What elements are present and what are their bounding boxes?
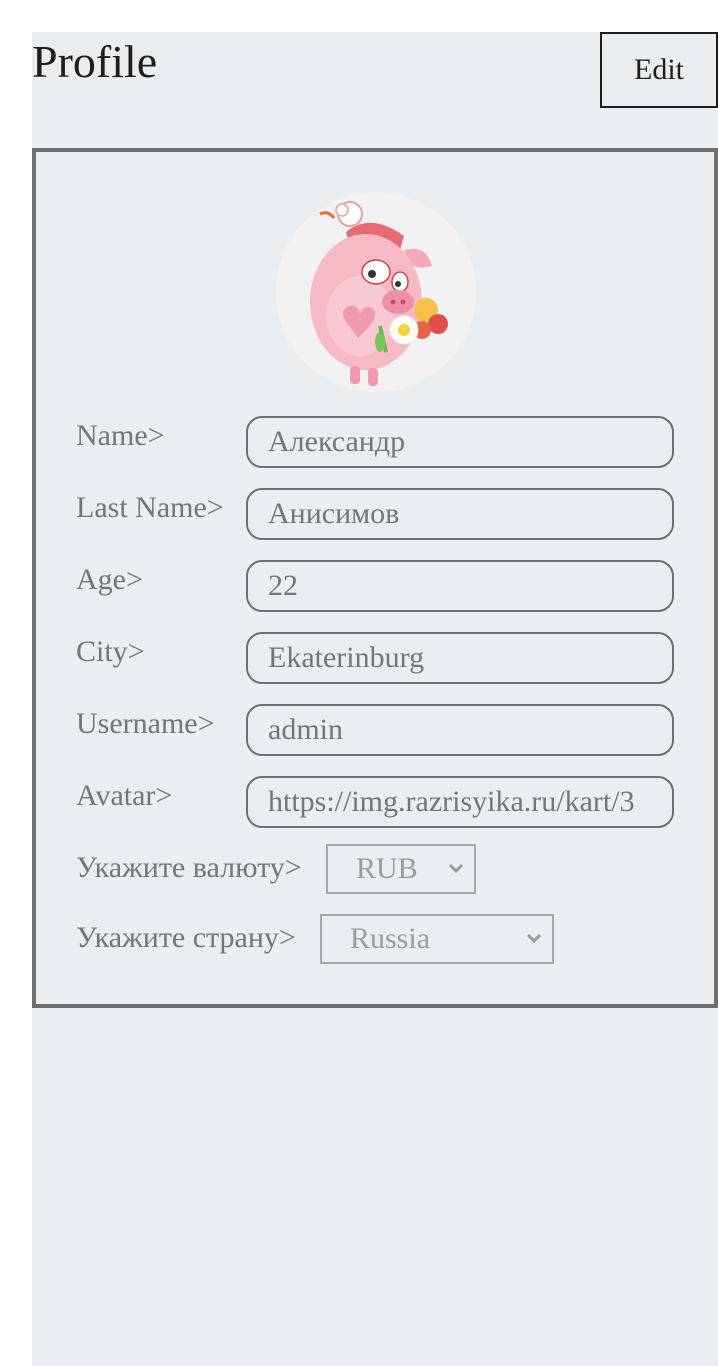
chevron-down-icon — [526, 933, 542, 944]
avatar — [276, 192, 476, 392]
city-label: City> — [76, 635, 145, 668]
country-label: Укажите страну> — [76, 921, 296, 954]
country-selected-value: Russia — [350, 922, 431, 955]
pig-character-avatar-icon — [276, 192, 476, 392]
profile-card: Name> Александр Last Name> Анисимов Age>… — [32, 148, 718, 1008]
currency-label: Укажите валюту> — [76, 851, 302, 884]
last-name-field[interactable]: Анисимов — [246, 488, 674, 540]
age-field[interactable]: 22 — [246, 560, 674, 612]
avatar-url-field[interactable]: https://img.razrisyika.ru/kart/3 — [246, 776, 674, 828]
name-label: Name> — [76, 419, 165, 452]
chevron-down-icon — [448, 863, 464, 874]
name-field[interactable]: Александр — [246, 416, 674, 468]
currency-selected-value: RUB — [356, 852, 418, 885]
age-label: Age> — [76, 563, 143, 596]
currency-select[interactable]: RUB — [326, 844, 476, 894]
username-label: Username> — [76, 707, 215, 740]
avatar-url-label: Avatar> — [76, 779, 173, 812]
page-title: Profile — [32, 36, 158, 87]
country-select[interactable]: Russia — [320, 914, 554, 964]
username-field[interactable]: admin — [246, 704, 674, 756]
last-name-label: Last Name> — [76, 491, 224, 524]
edit-button[interactable]: Edit — [600, 32, 718, 108]
city-field[interactable]: Ekaterinburg — [246, 632, 674, 684]
